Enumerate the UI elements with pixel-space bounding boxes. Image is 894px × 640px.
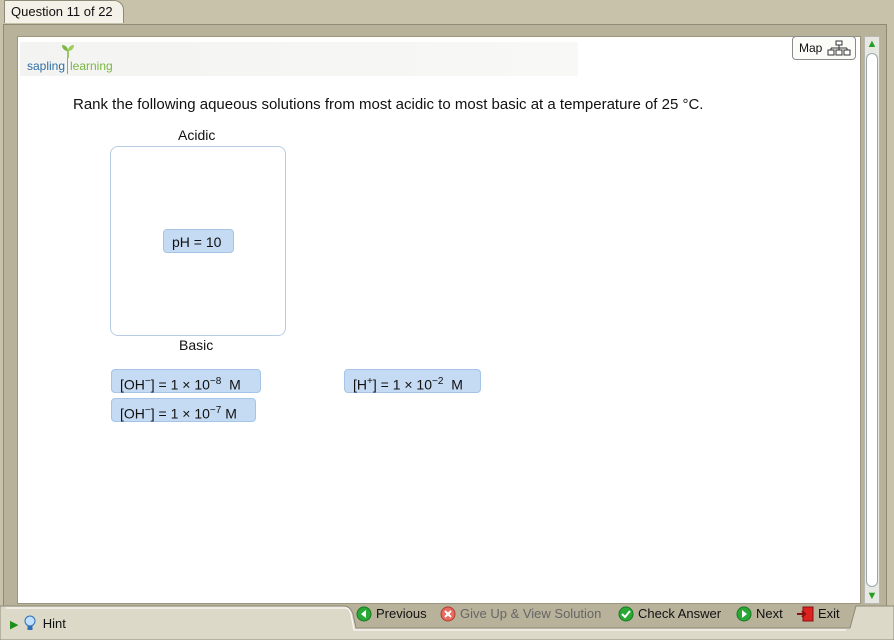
sapling-learning-logo: sapling learning <box>27 44 117 74</box>
vertical-scrollbar[interactable]: ▲ ▼ <box>864 36 880 604</box>
check-answer-button[interactable]: Check Answer <box>618 605 721 625</box>
check-answer-label: Check Answer <box>638 606 722 621</box>
chip-unit: M <box>221 405 237 422</box>
chip-exponent: −8 <box>209 376 222 387</box>
logo-word-sapling: sapling <box>27 59 66 73</box>
chip-base: [OH <box>120 405 145 422</box>
chip-mid: ] = 1 × 10 <box>150 376 210 393</box>
scroll-down-arrow-icon[interactable]: ▼ <box>865 589 879 603</box>
question-text: Rank the following aqueous solutions fro… <box>73 96 704 113</box>
next-label: Next <box>756 606 783 621</box>
question-tab-label: Question 11 of 22 <box>11 4 113 19</box>
chip-unit: M <box>221 376 241 393</box>
check-circle-icon <box>618 606 634 622</box>
exit-button[interactable]: Exit <box>796 605 840 625</box>
acidic-label: Acidic <box>178 127 216 143</box>
map-button-label: Map <box>799 41 823 55</box>
lightbulb-icon <box>24 615 36 630</box>
exit-door-icon <box>797 606 814 622</box>
sprout-icon <box>62 45 74 58</box>
x-circle-icon <box>440 606 456 622</box>
logo-word-learning: learning <box>70 59 113 73</box>
question-tab[interactable]: Question 11 of 22 <box>4 0 124 23</box>
sitemap-icon <box>827 40 851 56</box>
chip-base: [OH <box>120 376 145 393</box>
exit-label: Exit <box>818 606 840 621</box>
arrow-right-icon <box>736 606 752 622</box>
next-button[interactable]: Next <box>736 605 783 625</box>
answer-chip-oh-1e-8[interactable]: [OH−] = 1 × 10−8 M <box>111 369 261 393</box>
answer-chip-oh-1e-7[interactable]: [OH−] = 1 × 10−7 M <box>111 398 256 422</box>
chip-exponent: −2 <box>432 376 444 387</box>
chip-mid: ] = 1 × 10 <box>150 405 210 422</box>
expand-arrow-icon: ▶ <box>10 619 19 631</box>
map-button[interactable]: Map <box>792 36 856 60</box>
scroll-thumb[interactable] <box>866 53 878 587</box>
chip-text: pH = 10 <box>172 234 222 250</box>
chip-exponent: −7 <box>209 405 222 416</box>
previous-button[interactable]: Previous <box>356 605 427 625</box>
answer-chip-h-1e-2[interactable]: [H+] = 1 × 10−2 M <box>344 369 481 393</box>
give-up-label: Give Up & View Solution <box>460 606 602 621</box>
logo-divider <box>67 58 68 74</box>
give-up-button[interactable]: Give Up & View Solution <box>440 605 601 625</box>
chip-base: [H <box>353 376 367 393</box>
basic-label: Basic <box>179 337 214 353</box>
arrow-left-icon <box>356 606 372 622</box>
chip-mid: ] = 1 × 10 <box>372 376 433 393</box>
hint-toggle[interactable]: ▶ Hint <box>10 615 66 631</box>
scroll-up-arrow-icon[interactable]: ▲ <box>865 37 879 51</box>
hint-label: Hint <box>42 616 66 631</box>
previous-label: Previous <box>376 606 427 621</box>
chip-unit: M <box>443 376 463 393</box>
answer-chip-ph-10[interactable]: pH = 10 <box>163 229 234 253</box>
